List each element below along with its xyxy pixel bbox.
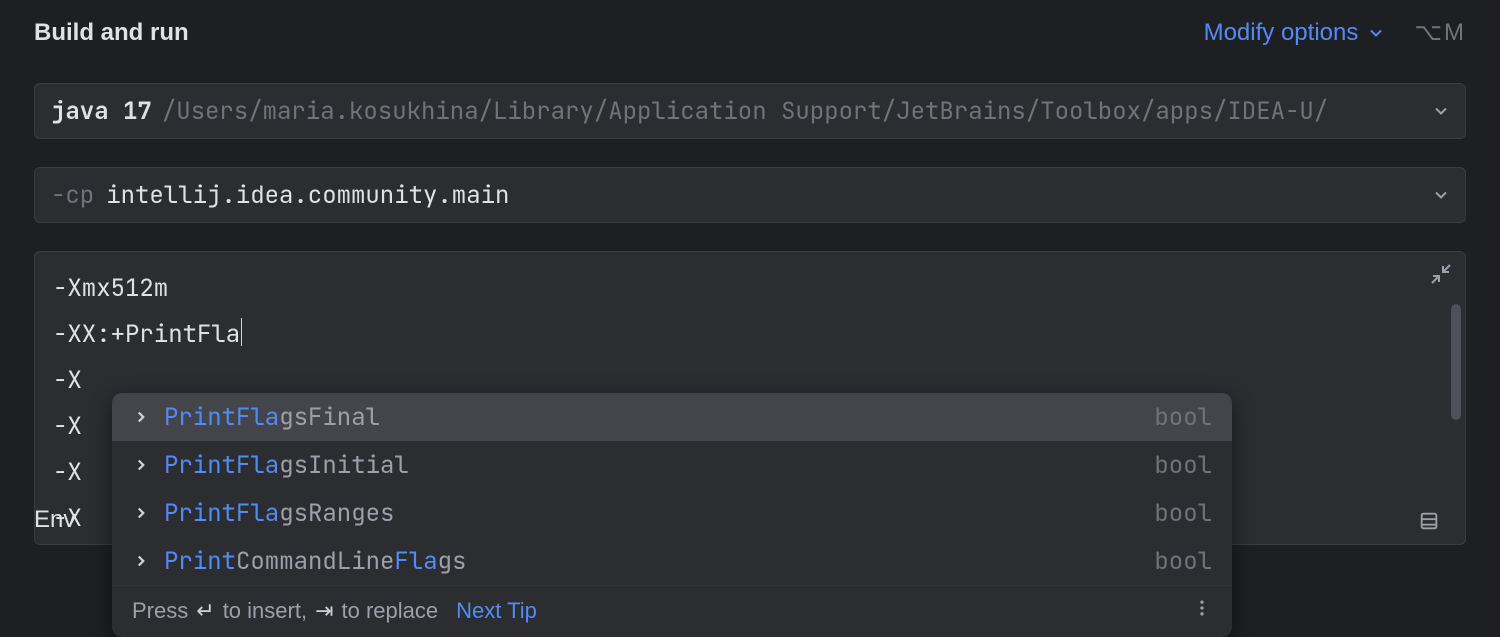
env-variables-label: Env — [34, 506, 75, 534]
footer-press-label: Press — [132, 598, 188, 624]
autocomplete-item-type: bool — [1154, 450, 1212, 481]
autocomplete-item-name: PrintCommandLineFlags — [164, 546, 1140, 577]
vm-option-line: -Xmx512m — [53, 266, 1447, 312]
more-options-icon[interactable] — [1192, 598, 1212, 624]
autocomplete-item-type: bool — [1154, 546, 1212, 577]
chevron-right-icon — [132, 504, 150, 522]
chevron-down-icon — [1366, 23, 1386, 43]
vm-option-line: -XX:+PrintFla — [53, 312, 1447, 358]
chevron-right-icon — [132, 408, 150, 426]
classpath-flag: -cp — [51, 180, 94, 211]
next-tip-link[interactable]: Next Tip — [456, 598, 537, 624]
section-title: Build and run — [34, 19, 189, 47]
tab-key-icon: ⇥ — [315, 598, 333, 624]
modify-options-link[interactable]: Modify options — [1204, 19, 1387, 47]
autocomplete-item[interactable]: PrintFlagsRanges bool — [112, 489, 1232, 537]
autocomplete-item-name: PrintFlagsFinal — [164, 402, 1140, 433]
autocomplete-item-name: PrintFlagsInitial — [164, 450, 1140, 481]
jdk-selector[interactable]: java 17 /Users/maria.kosukhina/Library/A… — [34, 83, 1466, 139]
autocomplete-item-name: PrintFlagsRanges — [164, 498, 1140, 529]
jdk-path: /Users/maria.kosukhina/Library/Applicati… — [162, 96, 1328, 127]
jdk-name: java 17 — [51, 96, 152, 127]
enter-key-icon: ↵ — [196, 598, 214, 624]
chevron-right-icon — [132, 456, 150, 474]
classpath-value: intellij.idea.community.main — [106, 180, 509, 211]
autocomplete-item-type: bool — [1154, 402, 1212, 433]
autocomplete-popup: PrintFlagsFinal bool PrintFlagsInitial b… — [112, 393, 1232, 637]
autocomplete-item-type: bool — [1154, 498, 1212, 529]
chevron-down-icon — [1431, 101, 1451, 121]
autocomplete-footer: Press ↵ to insert, ⇥ to replace Next Tip — [112, 585, 1232, 637]
header-row: Build and run Modify options ⌥M — [34, 10, 1466, 47]
collapse-icon[interactable] — [1429, 262, 1453, 286]
autocomplete-item[interactable]: PrintFlagsFinal bool — [112, 393, 1232, 441]
footer-insert-label: to insert, — [223, 598, 307, 624]
chevron-down-icon — [1431, 185, 1451, 205]
footer-replace-label: to replace — [342, 598, 439, 624]
autocomplete-item[interactable]: PrintFlagsInitial bool — [112, 441, 1232, 489]
expand-field-icon[interactable] — [1418, 510, 1440, 532]
scrollbar-thumb[interactable] — [1451, 304, 1461, 420]
chevron-right-icon — [132, 552, 150, 570]
classpath-selector[interactable]: -cp intellij.idea.community.main — [34, 167, 1466, 223]
autocomplete-item[interactable]: PrintCommandLineFlags bool — [112, 537, 1232, 585]
text-caret — [241, 318, 242, 346]
shortcut-hint: ⌥M — [1414, 18, 1466, 47]
modify-options-label: Modify options — [1204, 19, 1359, 47]
